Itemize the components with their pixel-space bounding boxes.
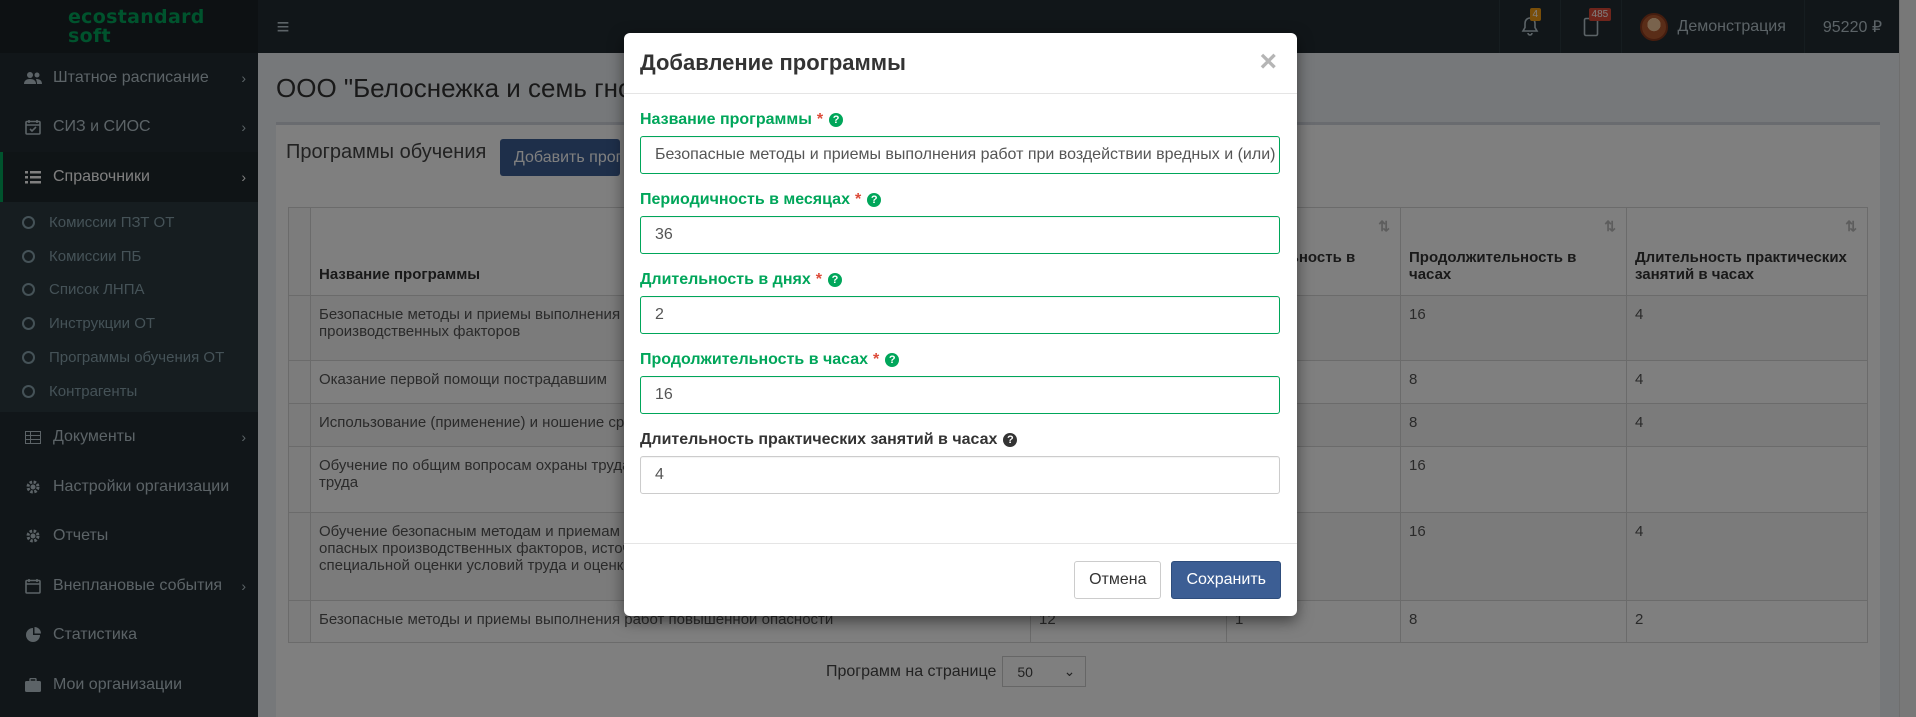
help-icon[interactable]: ? xyxy=(1003,433,1018,447)
field-program-name: Название программы * ? Безопасные методы… xyxy=(640,110,1281,174)
field-label: Название программы * ? xyxy=(640,110,1281,130)
days-input[interactable]: 2 xyxy=(640,296,1280,334)
period-input[interactable]: 36 xyxy=(640,216,1280,254)
modal-body: Название программы * ? Безопасные методы… xyxy=(624,94,1297,494)
field-label-text: Продолжительность в часах xyxy=(640,351,869,368)
help-icon[interactable]: ? xyxy=(867,193,882,207)
modal-footer: Отмена Сохранить xyxy=(624,543,1297,616)
field-label-text: Периодичность в месяцах xyxy=(640,191,850,208)
required-marker: * xyxy=(815,271,822,288)
field-practice-hours: Длительность практических занятий в часа… xyxy=(640,430,1281,494)
field-label: Периодичность в месяцах * ? xyxy=(640,190,1281,210)
field-period: Периодичность в месяцах * ? 36 xyxy=(640,190,1281,254)
field-label: Продолжительность в часах * ? xyxy=(640,350,1281,370)
field-label-text: Длительность в днях xyxy=(640,271,811,288)
required-marker: * xyxy=(854,191,862,208)
add-program-dialog: Добавление программы × Название программ… xyxy=(624,33,1297,616)
modal-title: Добавление программы xyxy=(640,50,906,75)
program-name-input[interactable]: Безопасные методы и приемы выполнения ра… xyxy=(640,136,1280,174)
practice-hours-input[interactable]: 4 xyxy=(640,456,1280,494)
required-marker: * xyxy=(873,351,880,368)
help-icon[interactable]: ? xyxy=(885,353,900,367)
close-icon[interactable]: × xyxy=(1259,45,1277,79)
help-icon[interactable]: ? xyxy=(829,113,844,127)
field-label-text: Название программы xyxy=(640,111,812,128)
field-hours: Продолжительность в часах * ? 16 xyxy=(640,350,1281,414)
save-button[interactable]: Сохранить xyxy=(1171,561,1281,599)
required-marker: * xyxy=(816,111,824,128)
field-days: Длительность в днях * ? 2 xyxy=(640,270,1281,334)
field-label-text: Длительность практических занятий в часа… xyxy=(640,431,998,448)
hours-input[interactable]: 16 xyxy=(640,376,1280,414)
field-label: Длительность практических занятий в часа… xyxy=(640,430,1281,450)
field-label: Длительность в днях * ? xyxy=(640,270,1281,290)
cancel-button[interactable]: Отмена xyxy=(1074,561,1162,599)
help-icon[interactable]: ? xyxy=(827,273,842,287)
modal-header: Добавление программы × xyxy=(624,33,1297,94)
